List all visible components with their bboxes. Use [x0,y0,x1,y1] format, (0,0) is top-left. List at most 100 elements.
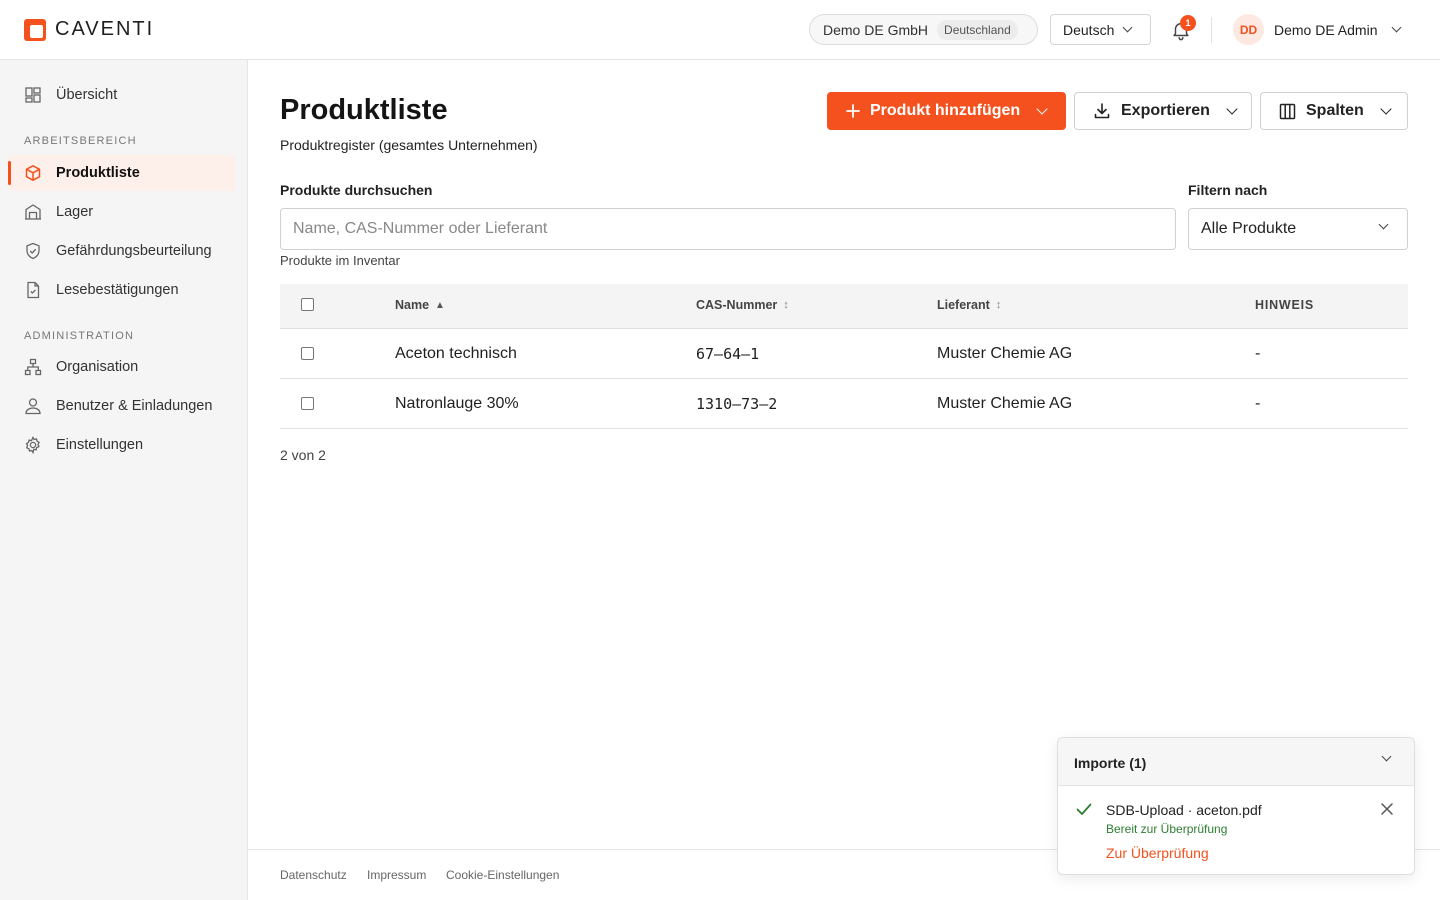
warehouse-icon [25,204,41,220]
filter-select[interactable]: Alle Produkte [1188,208,1408,250]
section-label-work: ARBEITSBEREICH [24,135,137,147]
notification-badge: 1 [1180,15,1196,31]
column-header-supplier[interactable]: Lieferant ↕ [937,298,1001,312]
table-row[interactable]: Aceton technisch 67–64–1 Muster Chemie A… [280,329,1408,379]
organization-country-badge: Deutschland [937,19,1018,40]
imports-title: Importe (1) [1074,755,1147,771]
avatar: DD [1233,14,1264,45]
section-label-admin: ADMINISTRATION [24,330,135,342]
row-checkbox[interactable] [301,397,314,410]
page-subtitle: Produktregister (gesamtes Unternehmen) [280,137,538,153]
chevron-down-icon [1392,22,1402,33]
export-button[interactable]: Exportieren [1074,92,1252,130]
sort-icon: ↕ [995,299,1002,311]
cell-note: - [1255,395,1261,412]
sidebar-item-label: Organisation [56,359,139,375]
sidebar: Übersicht ARBEITSBEREICH Produktliste La… [0,60,248,900]
sidebar-item-label: Benutzer & Einladungen [56,398,213,414]
user-icon [25,398,41,415]
columns-button[interactable]: Spalten [1260,92,1408,130]
import-file-name: SDB-Upload · aceton.pdf [1106,802,1262,818]
chevron-down-icon [1378,219,1389,230]
close-icon[interactable] [1380,802,1394,816]
chevron-down-icon [1226,103,1238,115]
plus-icon [846,104,860,118]
box-icon [25,165,41,181]
sidebar-item-produktliste[interactable]: Produktliste [8,155,235,191]
org-chart-icon [24,358,42,376]
language-select[interactable]: Deutsch [1050,14,1151,45]
cell-cas: 1310–73–2 [696,395,778,413]
imports-header[interactable]: Importe (1) [1058,738,1414,786]
chevron-down-icon[interactable] [1381,751,1392,762]
cell-supplier: Muster Chemie AG [937,345,1073,362]
shield-icon [26,242,40,260]
logo[interactable]: CAVENTI [24,18,154,41]
organization-switcher[interactable]: Demo DE GmbH Deutschland [809,14,1038,45]
table-row[interactable]: Natronlauge 30% 1310–73–2 Muster Chemie … [280,379,1408,429]
sidebar-item-label: Einstellungen [56,437,144,453]
search-helper-text: Produkte im Inventar [280,253,400,268]
product-table: Name ▲ CAS-Nummer ↕ Lieferant ↕ HINWEIS … [280,284,1408,429]
footer-link-privacy[interactable]: Datenschutz [280,868,347,882]
add-product-button[interactable]: Produkt hinzufügen [827,92,1066,130]
check-icon [1076,803,1092,815]
select-all-checkbox[interactable] [301,298,314,311]
user-name: Demo DE Admin [1274,21,1378,38]
cell-supplier: Muster Chemie AG [937,395,1073,412]
dashboard-icon [25,87,41,103]
row-checkbox[interactable] [301,347,314,360]
top-header: CAVENTI Demo DE GmbH Deutschland Deutsch… [0,0,1440,60]
add-product-label: Produkt hinzufügen [870,102,1021,119]
search-label: Produkte durchsuchen [280,182,433,198]
table-header: Name ▲ CAS-Nummer ↕ Lieferant ↕ HINWEIS [280,284,1408,329]
sidebar-item-users[interactable]: Benutzer & Einladungen [8,388,235,424]
review-import-link[interactable]: Zur Überprüfung [1106,845,1209,861]
column-header-note: HINWEIS [1255,298,1314,312]
imports-panel: Importe (1) SDB-Upload · aceton.pdf Bere… [1057,737,1415,875]
footer-link-imprint[interactable]: Impressum [367,868,426,882]
chevron-down-icon [1122,22,1133,33]
column-header-label: Lieferant [937,298,990,312]
sidebar-item-lager[interactable]: Lager [8,194,235,230]
organization-name: Demo DE GmbH [823,21,929,38]
page-title: Produktliste [280,94,448,126]
sidebar-item-organisation[interactable]: Organisation [8,349,235,385]
sidebar-item-overview[interactable]: Übersicht [8,77,235,113]
import-status: Bereit zur Überprüfung [1106,822,1228,836]
column-header-cas[interactable]: CAS-Nummer ↕ [696,298,789,312]
columns-icon [1279,103,1296,119]
sidebar-item-label: Lesebestätigungen [56,282,179,298]
cell-cas: 67–64–1 [696,345,760,363]
sidebar-item-lesebestaetigungen[interactable]: Lesebestätigungen [8,272,235,308]
column-header-label: Name [395,298,430,312]
sidebar-item-label: Lager [56,204,94,220]
export-label: Exportieren [1121,102,1210,119]
cell-name[interactable]: Aceton technisch [395,345,517,363]
sidebar-item-settings[interactable]: Einstellungen [8,427,235,463]
logo-text: CAVENTI [55,18,155,40]
download-icon [1094,103,1110,119]
cell-name[interactable]: Natronlauge 30% [395,395,519,413]
footer-link-cookies[interactable]: Cookie-Einstellungen [446,868,559,882]
filter-label: Filtern nach [1188,182,1268,198]
document-check-icon [27,281,40,299]
filter-value: Alle Produkte [1201,220,1297,237]
cell-note: - [1255,345,1261,362]
logo-mark [24,18,46,41]
column-header-name[interactable]: Name ▲ [395,298,445,312]
chevron-down-icon [1036,103,1048,115]
chevron-down-icon [1380,103,1392,115]
column-header-label: HINWEIS [1255,298,1315,312]
sort-icon: ↕ [783,299,789,311]
sidebar-item-label: Produktliste [56,165,140,181]
sort-ascending-icon: ▲ [435,299,445,311]
result-count: 2 von 2 [280,447,326,463]
search-input[interactable] [280,208,1176,250]
sidebar-item-gefaehrdungsbeurteilung[interactable]: Gefährdungsbeurteilung [8,233,235,269]
sidebar-item-label: Übersicht [56,87,118,103]
language-value: Deutsch [1063,21,1115,38]
columns-label: Spalten [1306,102,1364,119]
user-menu[interactable]: DD Demo DE Admin [1233,14,1402,45]
header-divider [1211,17,1212,43]
